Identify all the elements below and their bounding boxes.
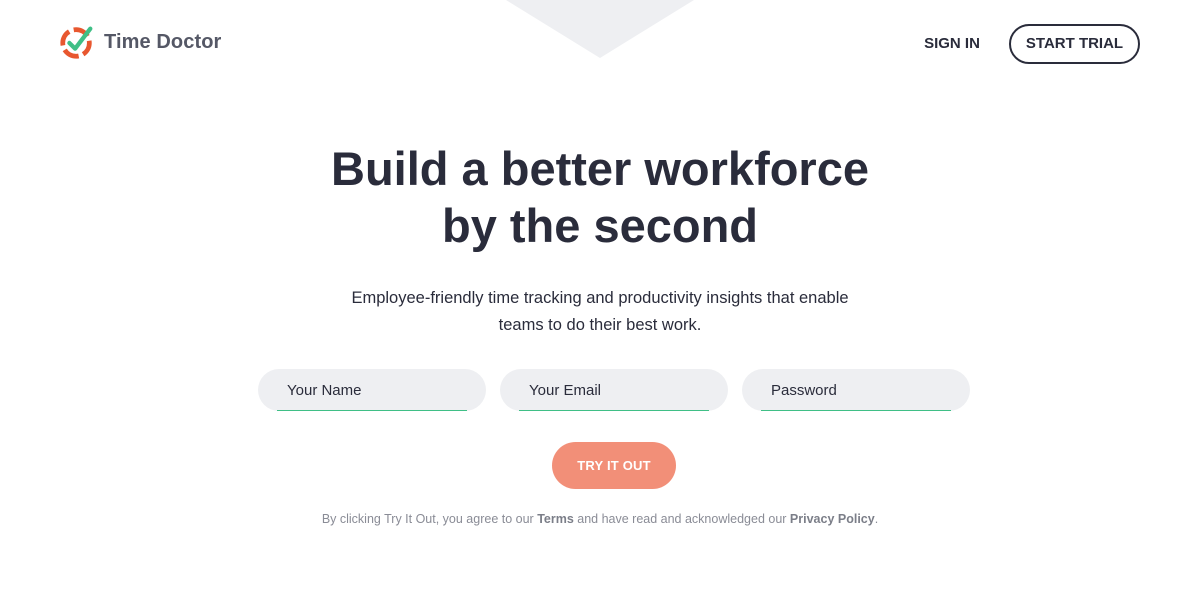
terms-link[interactable]: Terms [537, 512, 574, 526]
brand-name: Time Doctor [104, 30, 222, 53]
name-input-underline [277, 409, 467, 411]
sign-in-link[interactable]: SIGN IN [912, 33, 992, 55]
subheadline: Employee-friendly time tracking and prod… [300, 285, 900, 339]
password-input[interactable] [742, 369, 970, 411]
email-field-wrapper [500, 369, 728, 411]
name-input[interactable] [258, 369, 486, 411]
page-title: Build a better workforce by the second [250, 140, 950, 254]
password-input-underline [761, 409, 951, 411]
legal-middle: and have read and acknowledged our [573, 512, 790, 526]
legal-prefix: By clicking Try It Out, you agree to our [321, 512, 538, 526]
try-it-out-button[interactable]: TRY IT OUT [552, 442, 676, 489]
legal-notice: By clicking Try It Out, you agree to our… [200, 510, 1000, 528]
site-header: Time Doctor SIGN IN START TRIAL [0, 0, 1200, 86]
legal-suffix: . [874, 512, 879, 526]
headline-line-2: by the second [441, 199, 758, 252]
password-field-wrapper [742, 369, 970, 411]
privacy-policy-link[interactable]: Privacy Policy [790, 512, 875, 526]
email-input-underline [519, 409, 709, 411]
name-field-wrapper [258, 369, 486, 411]
start-trial-button[interactable]: START TRIAL [1009, 24, 1140, 64]
clock-check-icon [60, 26, 93, 59]
subheadline-line-1: Employee-friendly time tracking and prod… [351, 289, 849, 307]
headline-line-1: Build a better workforce [331, 142, 869, 195]
email-input[interactable] [500, 369, 728, 411]
subheadline-line-2: teams to do their best work. [498, 316, 702, 334]
logo-link[interactable]: Time Doctor [58, 22, 221, 62]
